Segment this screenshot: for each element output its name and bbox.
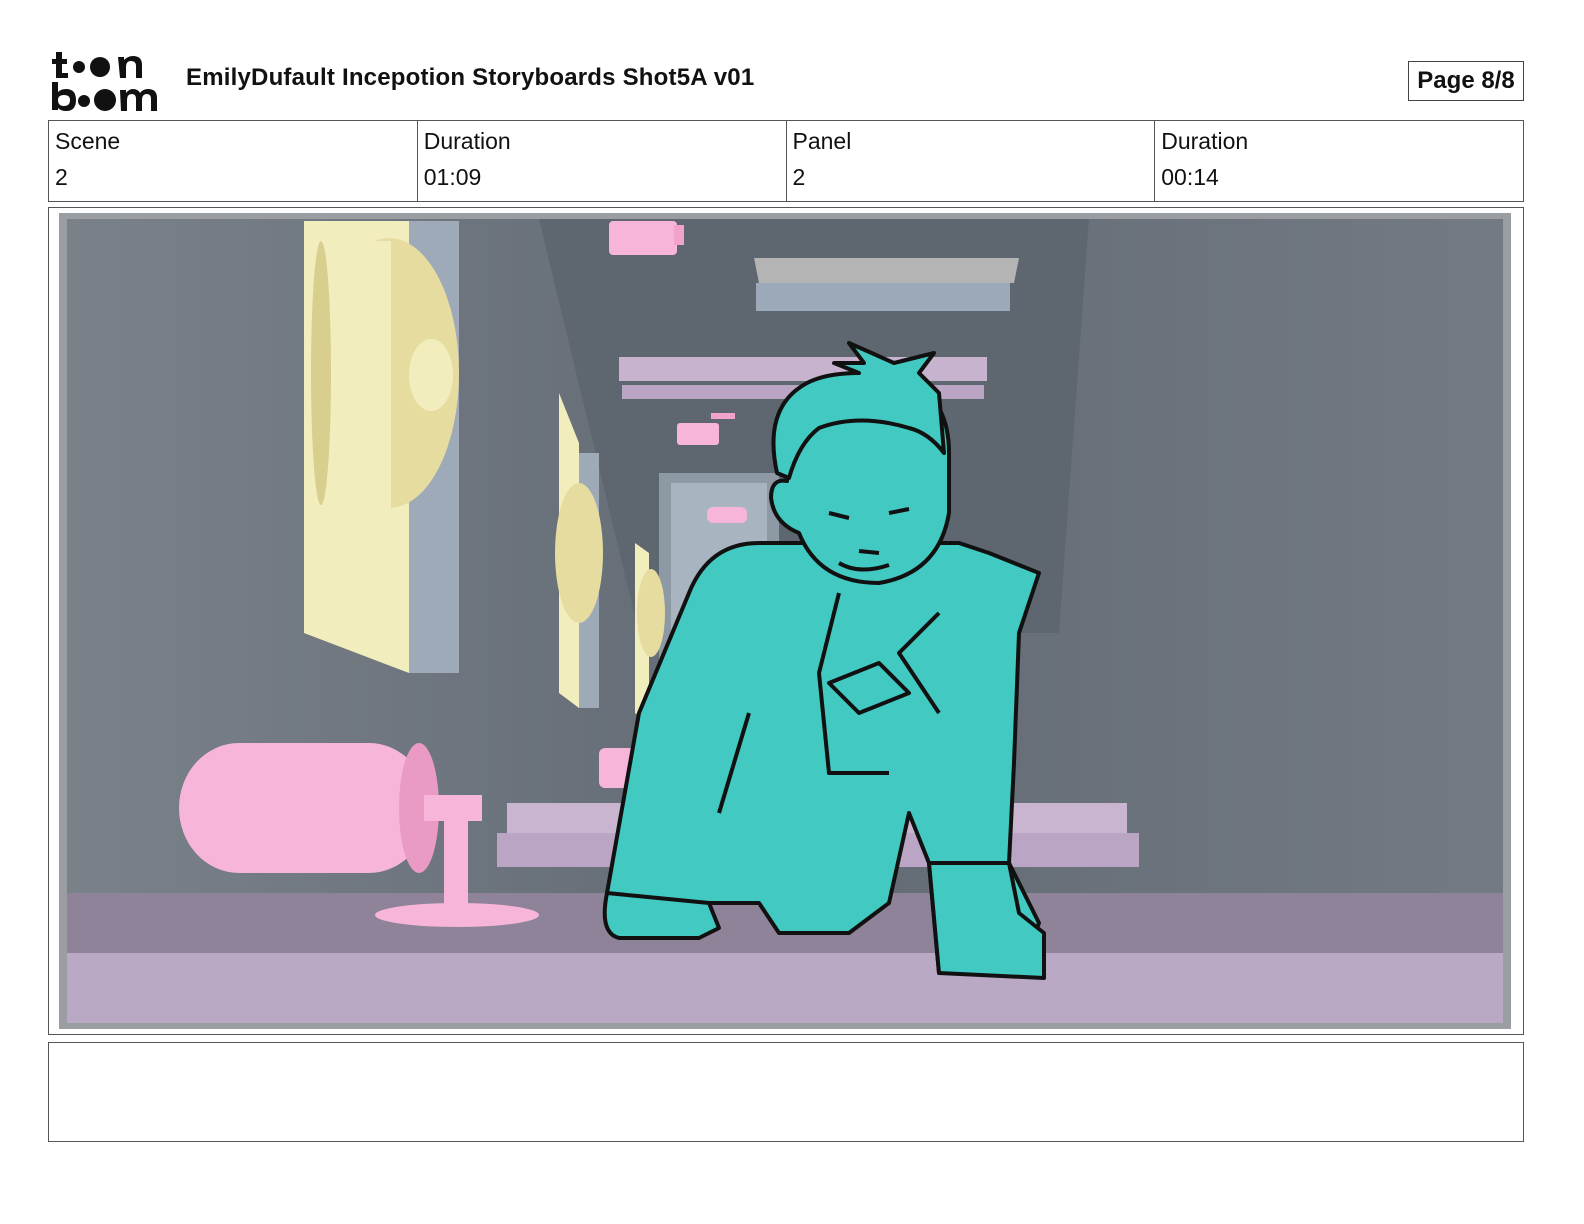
ceiling-beam — [619, 357, 987, 381]
page-number: Page 8/8 — [1408, 61, 1524, 101]
panel-label: Panel — [792, 128, 852, 154]
scene-cell: Scene 2 — [49, 121, 418, 201]
pink-film-reel — [179, 743, 429, 873]
toonboom-logo — [52, 52, 157, 111]
floor-front — [67, 953, 1503, 1023]
storyboard-panel-image — [59, 213, 1511, 1029]
scene-duration-label: Duration — [423, 128, 511, 154]
panel-duration-label: Duration — [1161, 128, 1249, 154]
scene-value: 2 — [55, 164, 68, 190]
document-title: EmilyDufault Incepotion Storyboards Shot… — [186, 64, 755, 91]
panel-value: 2 — [792, 164, 806, 190]
storyboard-panel-frame — [48, 207, 1524, 1035]
scene-duration-cell: Duration 01:09 — [418, 121, 787, 201]
panel-duration-value: 00:14 — [1161, 164, 1219, 190]
pink-ceiling-reel — [609, 221, 677, 255]
panel-duration-cell: Duration 00:14 — [1155, 121, 1523, 201]
yellow-film-reel-far — [555, 483, 603, 623]
scene-label: Scene — [55, 128, 121, 154]
shot-info-table: Scene 2 Duration 01:09 Panel 2 Duration … — [48, 120, 1524, 202]
panel-cell: Panel 2 — [787, 121, 1156, 201]
scene-duration-value: 01:09 — [423, 164, 482, 190]
panel-notes-box — [48, 1042, 1524, 1142]
ceiling-slab — [754, 258, 1019, 283]
